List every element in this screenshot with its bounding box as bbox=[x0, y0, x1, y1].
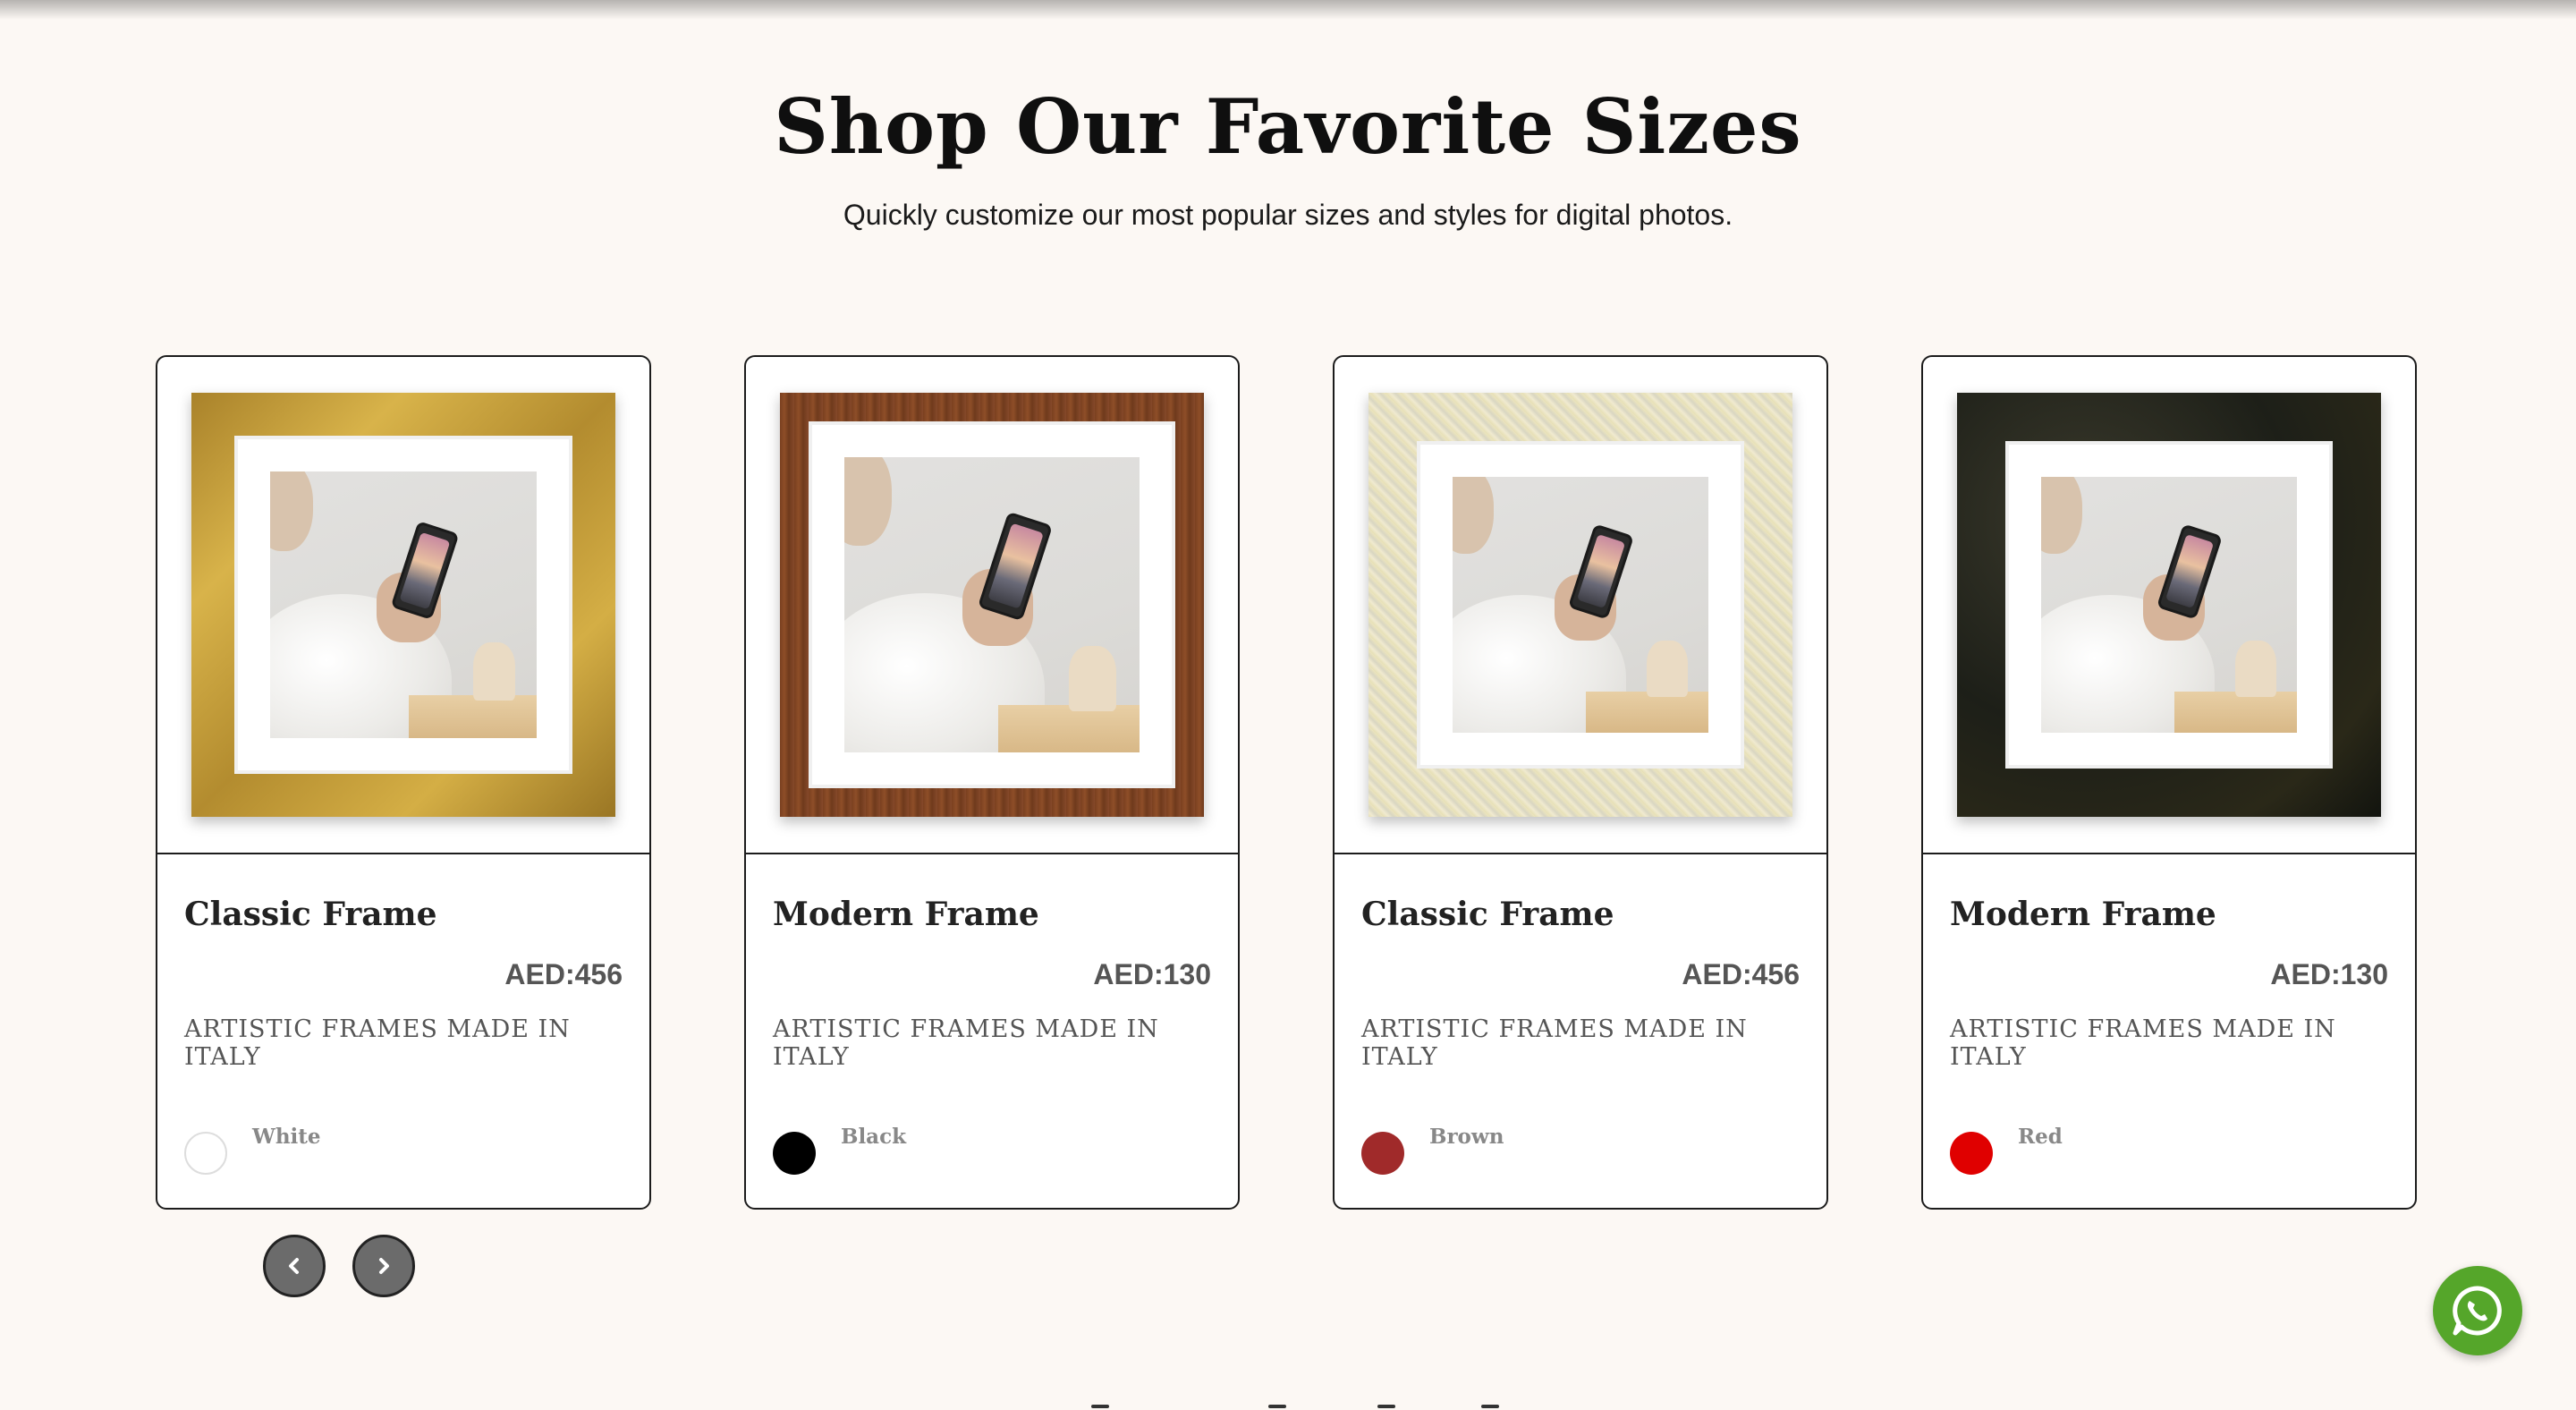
sample-photo bbox=[1453, 477, 1708, 733]
color-swatch[interactable] bbox=[1950, 1132, 1993, 1175]
whatsapp-button[interactable] bbox=[2433, 1266, 2522, 1355]
product-tagline: ARTISTIC FRAMES MADE IN ITALY bbox=[184, 1015, 571, 1071]
chevron-left-icon bbox=[289, 1258, 299, 1274]
product-tagline: ARTISTIC FRAMES MADE IN ITALY bbox=[1361, 1015, 1748, 1071]
section-subheading: Quickly customize our most popular sizes… bbox=[843, 199, 1733, 231]
color-swatch-label: Black bbox=[841, 1125, 907, 1149]
sample-photo bbox=[2041, 477, 2297, 733]
product-price: AED:130 bbox=[2270, 958, 2388, 990]
color-swatch[interactable] bbox=[773, 1132, 816, 1175]
color-swatch-label: White bbox=[252, 1125, 321, 1149]
product-tagline: ARTISTIC FRAMES MADE IN ITALY bbox=[1950, 1015, 2336, 1071]
sample-photo bbox=[270, 471, 537, 738]
product-image[interactable] bbox=[1923, 357, 2415, 854]
product-price: AED:130 bbox=[1093, 958, 1211, 990]
sample-photo bbox=[844, 457, 1140, 752]
product-card[interactable]: Classic Frame AED:456 ARTISTIC FRAMES MA… bbox=[1333, 355, 1828, 1210]
product-title[interactable]: Classic Frame bbox=[184, 896, 437, 933]
product-card[interactable]: Modern Frame AED:130 ARTISTIC FRAMES MAD… bbox=[744, 355, 1240, 1210]
product-image[interactable] bbox=[157, 357, 649, 854]
frame-preview bbox=[1368, 393, 1792, 817]
product-card[interactable]: Modern Frame AED:130 ARTISTIC FRAMES MAD… bbox=[1921, 355, 2417, 1210]
frame-preview bbox=[780, 393, 1204, 817]
carousel-prev-button[interactable] bbox=[263, 1235, 326, 1297]
color-swatch-label: Brown bbox=[1429, 1125, 1504, 1149]
section-heading: Shop Our Favorite Sizes bbox=[774, 82, 1802, 171]
chevron-right-icon bbox=[379, 1258, 389, 1274]
color-swatch-label: Red bbox=[2018, 1125, 2063, 1149]
product-price: AED:456 bbox=[504, 958, 623, 990]
frame-preview bbox=[191, 393, 615, 817]
color-swatch[interactable] bbox=[1361, 1132, 1404, 1175]
carousel-next-button[interactable] bbox=[352, 1235, 415, 1297]
product-title[interactable]: Modern Frame bbox=[1950, 896, 2216, 933]
product-title[interactable]: Modern Frame bbox=[773, 896, 1039, 933]
header-shadow bbox=[0, 0, 2576, 20]
product-image[interactable] bbox=[1335, 357, 1826, 854]
product-tagline: ARTISTIC FRAMES MADE IN ITALY bbox=[773, 1015, 1159, 1071]
product-card[interactable]: Classic Frame AED:456 ARTISTIC FRAMES MA… bbox=[156, 355, 651, 1210]
product-image[interactable] bbox=[746, 357, 1238, 854]
product-title[interactable]: Classic Frame bbox=[1361, 896, 1614, 933]
frame-preview bbox=[1957, 393, 2381, 817]
color-swatch[interactable] bbox=[184, 1132, 227, 1175]
whatsapp-icon bbox=[2453, 1286, 2502, 1336]
product-price: AED:456 bbox=[1682, 958, 1800, 990]
